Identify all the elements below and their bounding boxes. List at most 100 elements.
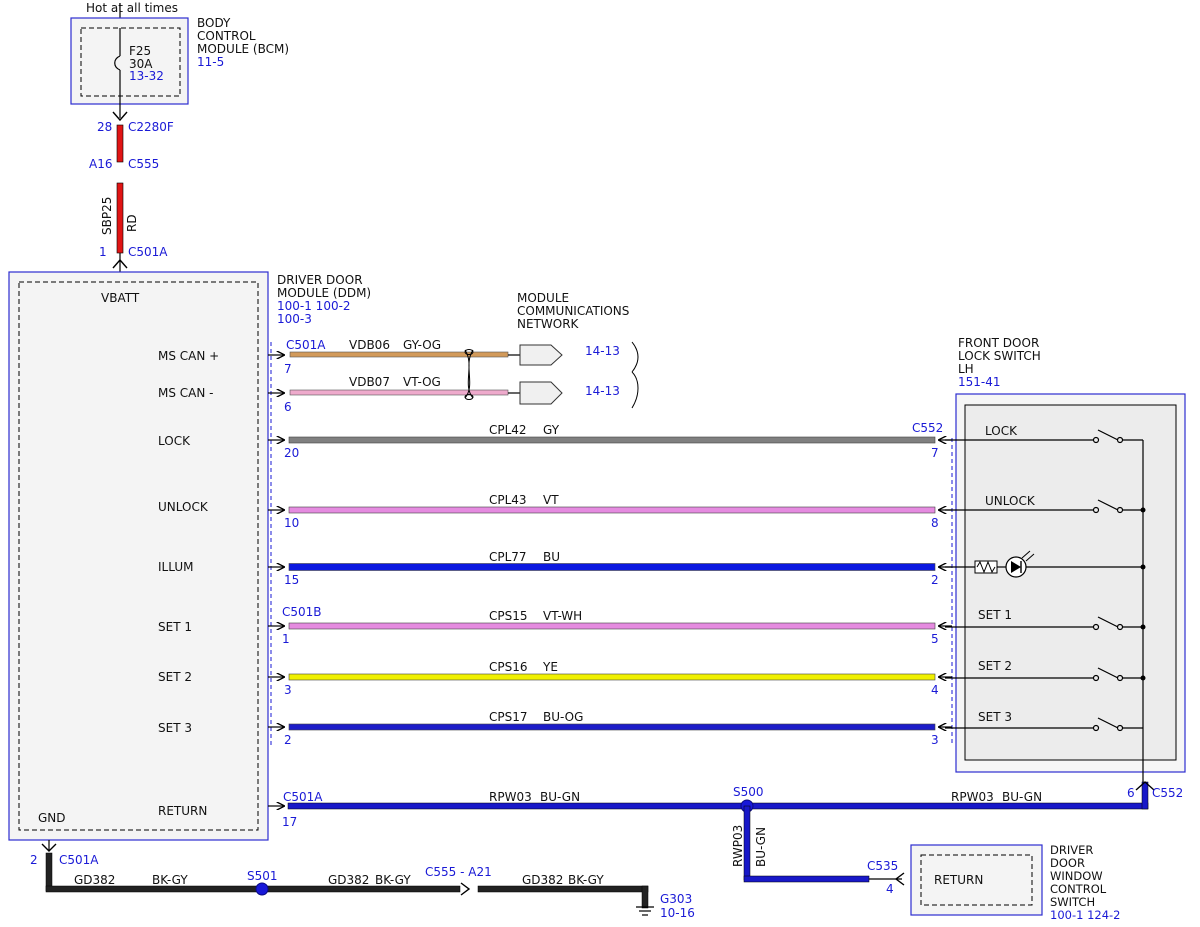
return-ddm-pin: 17	[282, 815, 297, 829]
ws-name-1: DRIVER	[1050, 843, 1093, 857]
c501a-feed-connector[interactable]: C501A	[128, 245, 168, 259]
wire-circuit: CPL42	[489, 423, 527, 437]
wire-color: YE	[542, 660, 558, 674]
bcm-ref-link[interactable]: 11-5	[197, 55, 224, 69]
can-high-pin: 7	[284, 362, 292, 376]
wire-ddm-pin: 2	[284, 733, 292, 747]
s501-label[interactable]: S501	[247, 869, 278, 883]
switch-name-1: FRONT DOOR	[958, 336, 1039, 350]
can-low-ref[interactable]: 14-13	[585, 384, 620, 398]
branch-circuit: RWP03	[731, 825, 745, 867]
gnd-color-1: BK-GY	[152, 873, 188, 887]
contact-unlock: UNLOCK	[985, 494, 1036, 508]
wire-connector: C501B	[282, 605, 322, 619]
return-color-right: BU-GN	[1002, 790, 1042, 804]
wire-switch-pin: 3	[931, 733, 939, 747]
gnd-color-2: BK-GY	[375, 873, 411, 887]
network-label-3: NETWORK	[517, 317, 580, 331]
wire-switch-pin: 2	[931, 573, 939, 587]
wire-color: BU	[543, 550, 560, 564]
network-label-1: MODULE	[517, 291, 569, 305]
wire-switch-pin: 7	[931, 446, 939, 460]
network-link-arrow[interactable]	[519, 381, 563, 405]
return-sw-pin: 6	[1127, 786, 1135, 800]
wiring-diagram: Hot at all times F25 30A 13-32 BODY CONT…	[8, 1, 1186, 922]
c552-connector[interactable]: C552	[912, 421, 943, 435]
switch-name-2: LOCK SWITCH	[958, 349, 1041, 363]
s500-label[interactable]: S500	[733, 785, 764, 799]
can-low-wire	[289, 389, 509, 396]
network-label-2: COMMUNICATIONS	[517, 304, 629, 318]
can-low-circuit: VDB07	[349, 375, 390, 389]
gnd-color-3: BK-GY	[568, 873, 604, 887]
signal-wire-cps15	[288, 622, 936, 630]
ws-refs[interactable]: 100-1 124-2	[1050, 908, 1121, 922]
c535-pin: 4	[886, 882, 894, 896]
ddm-name-1: DRIVER DOOR	[277, 273, 363, 287]
wire-color: BU-OG	[543, 710, 583, 724]
ws-name-4: CONTROL	[1050, 882, 1107, 896]
ddm-pin-set-2: SET 2	[158, 670, 192, 684]
feed-wire-2	[116, 182, 124, 254]
wire-circuit: CPL43	[489, 493, 527, 507]
contact-set-1: SET 1	[978, 608, 1012, 622]
return-connector[interactable]: C501A	[283, 790, 323, 804]
switch-ref-link[interactable]: 151-41	[958, 375, 1001, 389]
wire-ddm-pin: 20	[284, 446, 299, 460]
signal-wire-cpl43	[288, 506, 936, 514]
return-color: BU-GN	[540, 790, 580, 804]
ddm-pin-return: RETURN	[158, 804, 207, 818]
feed-circuit: SBP25	[100, 197, 114, 235]
branch-color: BU-GN	[754, 827, 768, 867]
c555-connector[interactable]: C555	[128, 157, 159, 171]
feed-wire-1	[116, 124, 124, 163]
ddm-name-2: MODULE (DDM)	[277, 286, 371, 300]
wire-ddm-pin: 10	[284, 516, 299, 530]
can-high-circuit: VDB06	[349, 338, 390, 352]
ddm-ref-1[interactable]: 100-1 100-2	[277, 299, 351, 313]
switch-name-3: LH	[958, 362, 974, 376]
wire-switch-pin: 8	[931, 516, 939, 530]
return-sw-connector[interactable]: C552	[1152, 786, 1183, 800]
bcm-name-1: BODY	[197, 16, 231, 30]
wire-color: VT	[543, 493, 559, 507]
contact-set-3: SET 3	[978, 710, 1012, 724]
can-connector[interactable]: C501A	[286, 338, 326, 352]
wire-circuit: CPS15	[489, 609, 528, 623]
c535-connector[interactable]: C535	[867, 859, 898, 873]
can-low-color: VT-OG	[403, 375, 441, 389]
wire-switch-pin: 4	[931, 683, 939, 697]
feed-color: RD	[125, 214, 139, 232]
window-switch-return: RETURN	[934, 873, 983, 887]
g303-ref[interactable]: 10-16	[660, 906, 695, 920]
gnd-inline-connector[interactable]: C555 - A21	[425, 865, 492, 879]
gnd-circuit-1: GD382	[74, 873, 115, 887]
wire-ddm-pin: 3	[284, 683, 292, 697]
bcm-name-2: CONTROL	[197, 29, 256, 43]
wire-ddm-pin: 15	[284, 573, 299, 587]
network-link-arrow[interactable]	[519, 344, 563, 366]
ground-connector[interactable]: C501A	[59, 853, 99, 867]
c2280f-pin: 28	[97, 120, 112, 134]
ddm-ref-2[interactable]: 100-3	[277, 312, 312, 326]
ddm-pin-set-3: SET 3	[158, 721, 192, 735]
wire-circuit: CPL77	[489, 550, 527, 564]
fuse-ref-link[interactable]: 13-32	[129, 69, 164, 83]
bcm-name-3: MODULE (BCM)	[197, 42, 289, 56]
c2280f-connector[interactable]: C2280F	[128, 120, 174, 134]
wire-ddm-pin: 1	[282, 632, 290, 646]
g303-label[interactable]: G303	[660, 892, 692, 906]
signal-wire-cps16	[288, 673, 936, 681]
ddm-pin-illum: ILLUM	[158, 560, 193, 574]
c555-pin: A16	[89, 157, 112, 171]
ddm-pin-lock: LOCK	[158, 434, 191, 448]
ddm-box	[8, 271, 269, 841]
signal-wire-cpl42	[288, 436, 936, 444]
wire-color: VT-WH	[543, 609, 582, 623]
ddm-pin-ms-can-plus: MS CAN +	[158, 349, 219, 363]
can-high-ref[interactable]: 14-13	[585, 344, 620, 358]
ddm-gnd: GND	[38, 811, 66, 825]
contact-set-2: SET 2	[978, 659, 1012, 673]
wire-switch-pin: 5	[931, 632, 939, 646]
signal-wire-cps17	[288, 723, 936, 731]
